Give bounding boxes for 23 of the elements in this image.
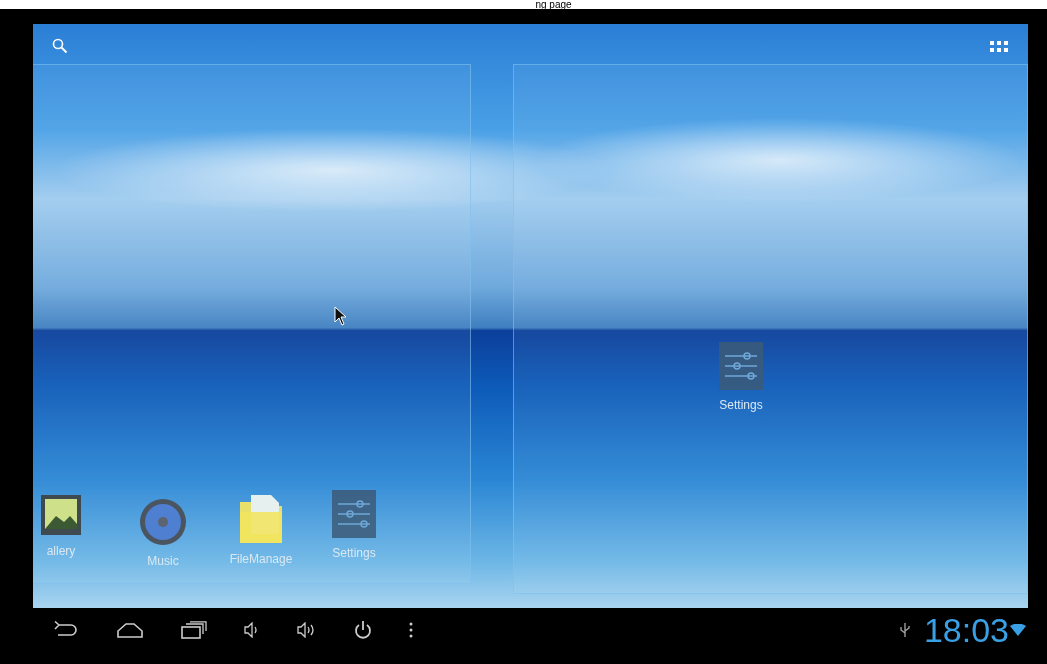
mouse-cursor-icon [334,306,347,326]
picture-frame-icon [40,494,82,536]
power-icon[interactable] [354,620,372,640]
clock-text: 18:03 [923,613,1009,647]
speaker-icon [139,498,187,546]
usb-icon [899,622,910,638]
apps-grid-icon[interactable] [989,40,1009,54]
app-label[interactable]: Settings [332,544,376,562]
home-icon[interactable] [116,622,144,638]
search-icon[interactable] [52,38,68,54]
back-icon[interactable] [53,621,79,639]
folder-icon [239,494,283,544]
volume-up-icon[interactable] [297,622,317,638]
app-label[interactable]: FileManage [229,550,293,568]
app-label[interactable]: allery [46,542,76,560]
sliders-icon [332,490,376,538]
volume-down-icon[interactable] [244,622,260,638]
app-label[interactable]: Music [147,552,179,570]
sliders-icon [719,342,763,390]
wifi-icon [1010,624,1026,636]
app-label[interactable]: Settings [719,396,763,414]
menu-icon[interactable] [409,622,413,638]
recent-apps-icon[interactable] [181,621,207,639]
